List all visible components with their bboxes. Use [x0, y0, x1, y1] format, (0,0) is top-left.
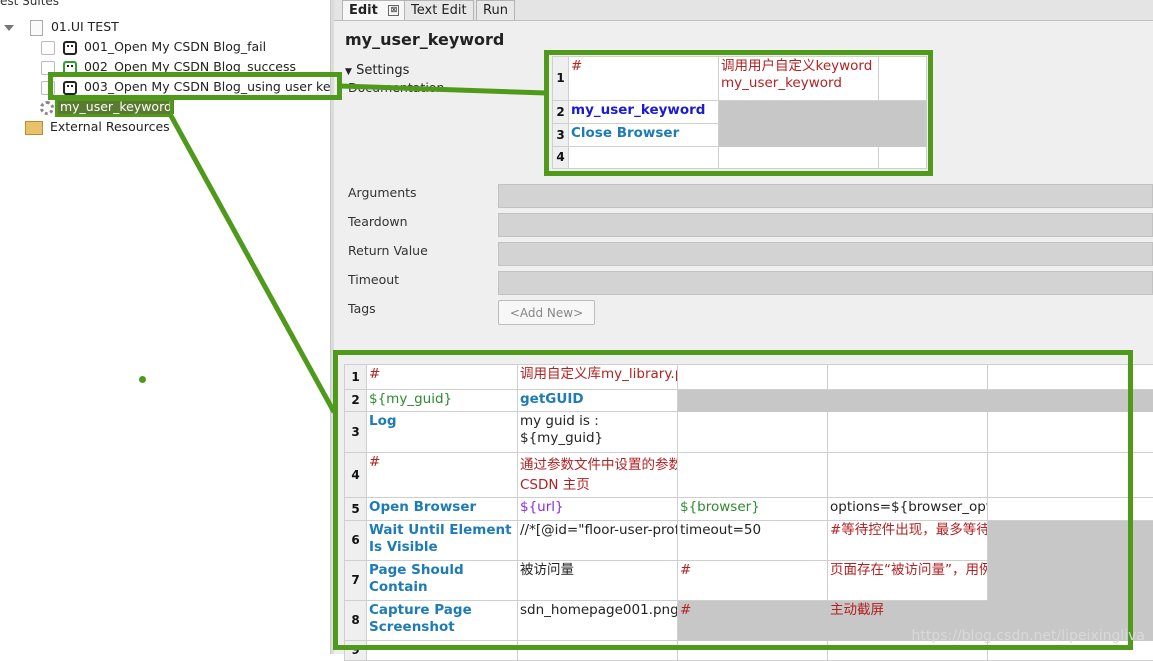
watermark: https://blog.csdn.net/lipeixingliva: [911, 628, 1145, 644]
annotation-line: [170, 114, 334, 412]
annotation-lines: [0, 0, 1153, 654]
annotation-line: [340, 86, 546, 93]
annotation-dot: [139, 376, 146, 383]
